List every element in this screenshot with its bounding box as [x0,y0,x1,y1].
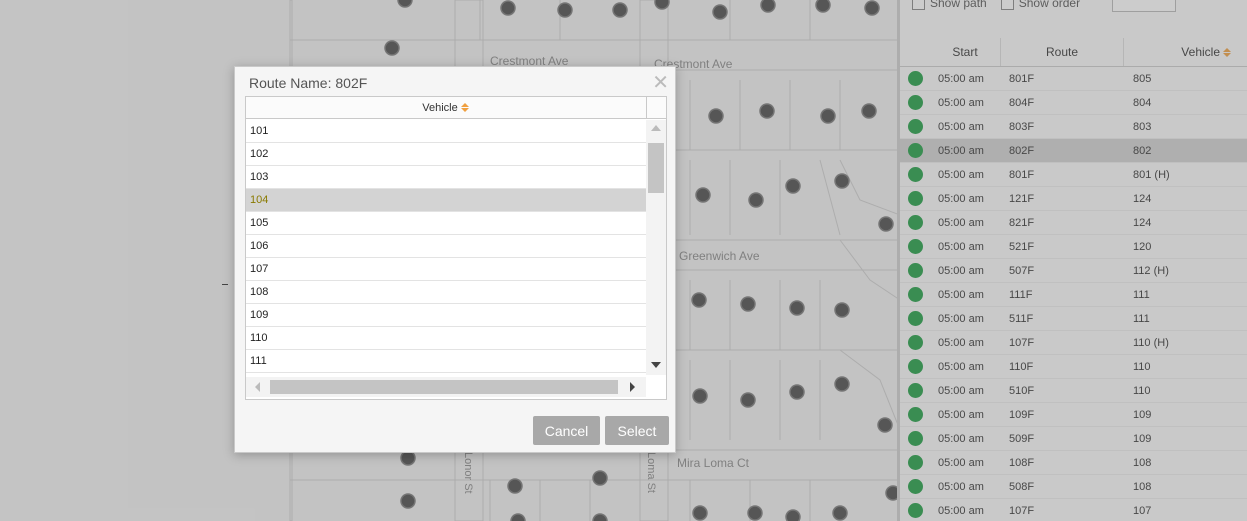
vehicle-row[interactable]: 110 [246,327,646,350]
dialog-title: Route Name: 802F [249,75,368,91]
vehicle-row[interactable]: 111 [246,350,646,373]
scroll-down-icon[interactable] [651,362,661,368]
close-icon[interactable]: ✕ [652,70,669,95]
vehicle-column-label: Vehicle [422,101,458,114]
vehicle-row[interactable]: 105 [246,212,646,235]
scroll-thumb[interactable] [270,380,618,394]
vehicle-row[interactable]: 108 [246,281,646,304]
vehicle-column-header[interactable]: Vehicle [246,97,646,119]
cancel-button[interactable]: Cancel [533,416,600,445]
vehicle-select-dialog: Route Name: 802F ✕ Vehicle 101 102 103 104 1… [234,66,676,453]
vehicle-row[interactable]: 109 [246,304,646,327]
vehicle-row[interactable]: 104 [246,189,646,212]
map-marker-dash [222,284,228,285]
vehicle-row[interactable]: 103 [246,166,646,189]
header-spacer [646,97,666,119]
sort-icon[interactable] [460,103,470,112]
vehicle-list: 101 102 103 104 105 106 107 108 109 110 111 [246,120,646,373]
scroll-left-icon[interactable] [255,382,260,392]
horizontal-scrollbar[interactable] [246,377,646,397]
vehicle-row[interactable]: 102 [246,143,646,166]
vehicle-row[interactable]: 107 [246,258,646,281]
select-button[interactable]: Select [605,416,669,445]
vehicle-grid: Vehicle 101 102 103 104 105 106 107 108 109 110 11… [245,96,667,400]
vehicle-row[interactable]: 101 [246,120,646,143]
scroll-thumb[interactable] [648,143,664,193]
vehicle-row[interactable]: 106 [246,235,646,258]
scroll-right-icon[interactable] [630,382,635,392]
scroll-up-icon[interactable] [651,125,661,131]
vertical-scrollbar[interactable] [646,120,666,375]
